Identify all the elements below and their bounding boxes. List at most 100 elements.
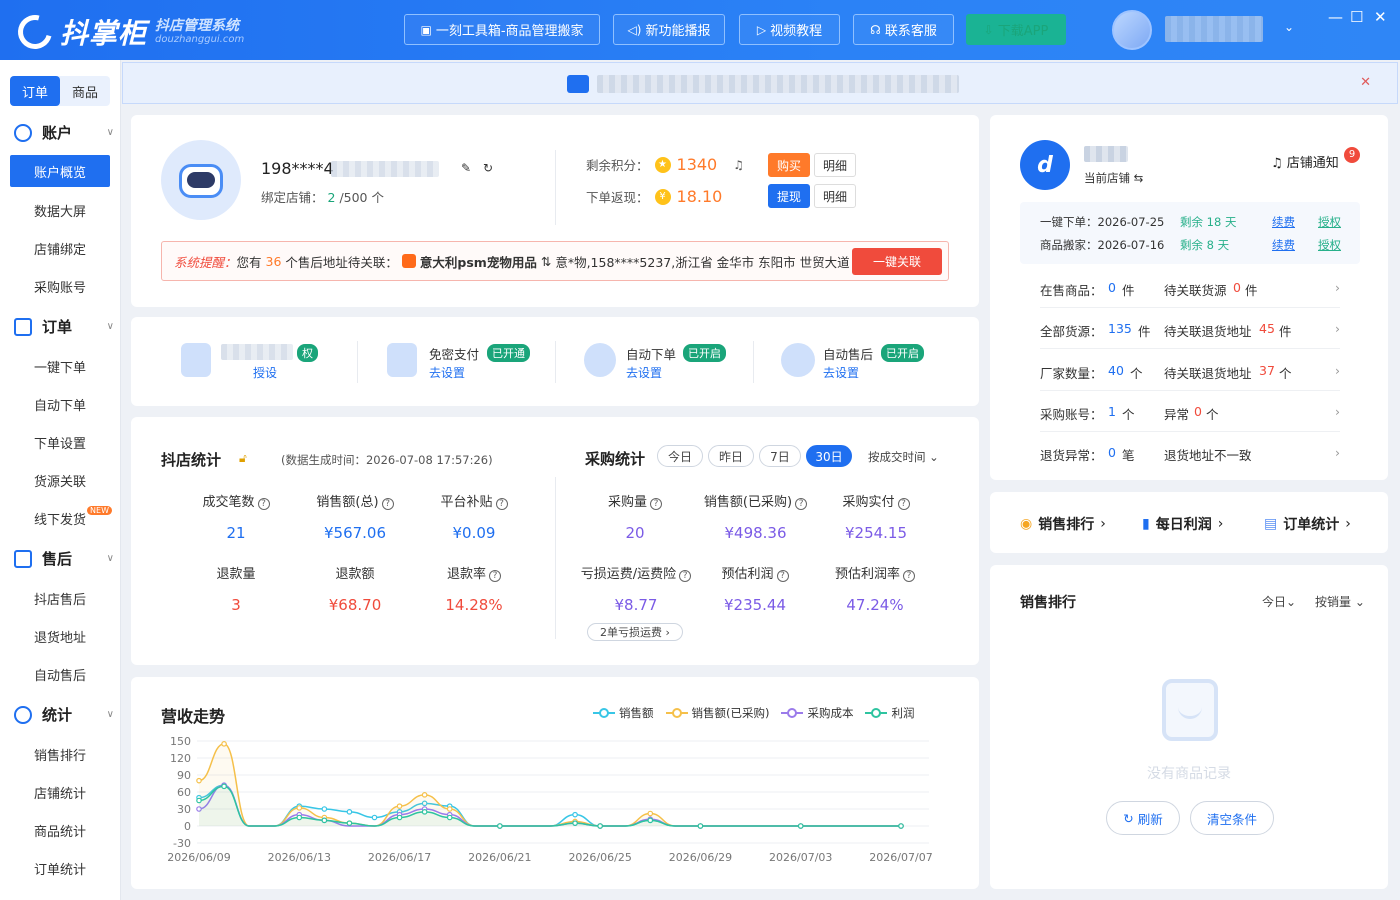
data-point[interactable] <box>572 820 578 826</box>
help-icon[interactable]: ? <box>776 570 789 582</box>
sort-dropdown[interactable]: 按成交时间 ⌄ <box>868 449 939 465</box>
data-point[interactable] <box>221 783 227 790</box>
sidebar-item-sales-rank[interactable]: 销售排行 <box>10 738 110 770</box>
buy-button[interactable]: 购买 <box>768 153 810 177</box>
group-order[interactable]: 订单 ∨ <box>14 316 114 337</box>
help-icon[interactable]: ? <box>897 498 910 510</box>
sub1-auth-link[interactable]: 授权 <box>1318 214 1341 230</box>
help-icon[interactable]: ? <box>679 570 692 582</box>
refresh-button[interactable]: ↻ 刷新 <box>1106 801 1180 835</box>
sidebar-item-order-stats[interactable]: 订单统计 <box>10 852 110 884</box>
sub2-renew-link[interactable]: 续费 <box>1272 237 1295 253</box>
video-tutorial-button[interactable]: ▷ 视频教程 <box>739 14 840 45</box>
data-point[interactable] <box>196 777 202 784</box>
data-point[interactable] <box>321 806 328 812</box>
data-point[interactable] <box>346 809 353 815</box>
data-point[interactable] <box>396 814 403 821</box>
data-point[interactable] <box>196 797 202 804</box>
sidebar-item-auto-aftersale[interactable]: 自动售后 <box>10 658 110 690</box>
help-icon[interactable]: ? <box>903 570 915 582</box>
data-point[interactable] <box>421 809 428 815</box>
sidebar-item-store-stats[interactable]: 店铺统计 <box>10 776 110 808</box>
data-point[interactable] <box>647 817 654 824</box>
help-icon[interactable]: ? <box>257 498 270 510</box>
sidebar-item-return-address[interactable]: 退货地址 <box>10 620 110 652</box>
toolbox-button[interactable]: ▣ 一刻工具箱-商品管理搬家 <box>404 14 600 45</box>
loss-orders-pill[interactable]: 2单亏损运费 › <box>587 623 683 641</box>
quick-link-daily-profit[interactable]: ▮ 每日利润 › <box>1142 514 1223 534</box>
help-icon[interactable]: ? <box>795 498 808 510</box>
data-point[interactable] <box>446 814 453 821</box>
data-point[interactable] <box>296 805 303 811</box>
edit-icon[interactable]: ✎ <box>461 161 471 175</box>
link-all-button[interactable]: 一键关联 <box>852 248 942 275</box>
help-icon[interactable]: ? <box>650 498 662 510</box>
tab-orders[interactable]: 订单 <box>10 76 60 106</box>
sidebar-item-order-settings[interactable]: 下单设置 <box>10 426 110 458</box>
data-point[interactable] <box>898 823 904 829</box>
data-point[interactable] <box>371 814 378 821</box>
tab-products[interactable]: 商品 <box>60 76 110 106</box>
range-30d[interactable]: 30日 <box>806 445 852 467</box>
sidebar-item-one-click-order[interactable]: 一键下单 <box>10 350 110 382</box>
data-point[interactable] <box>697 823 704 829</box>
close-notice-icon[interactable]: ✕ <box>1360 75 1371 90</box>
store-notify[interactable]: ♫ 店铺通知 <box>1271 152 1339 171</box>
data-point[interactable] <box>572 811 578 818</box>
sidebar-item-source-link[interactable]: 货源关联 <box>10 464 110 496</box>
data-point[interactable] <box>221 741 227 747</box>
feature4-setup-link[interactable]: 去设置 <box>823 364 859 381</box>
download-app-button[interactable]: ⇩ 下载APP <box>966 14 1066 45</box>
feature2-setup-link[interactable]: 去设置 <box>429 364 465 381</box>
feature1-setup-link[interactable]: 授设 <box>253 364 277 381</box>
rebate-detail-button[interactable]: 明细 <box>814 184 856 208</box>
sub1-renew-link[interactable]: 续费 <box>1272 214 1295 230</box>
ranking-period-dropdown[interactable]: 今日⌄ <box>1262 593 1296 610</box>
bell-icon[interactable]: ♫ <box>733 158 744 172</box>
sidebar-item-store-binding[interactable]: 店铺绑定 <box>10 232 110 264</box>
feature3-setup-link[interactable]: 去设置 <box>626 364 662 381</box>
clear-filters-button[interactable]: 清空条件 <box>1190 801 1274 835</box>
help-icon[interactable]: ? <box>495 498 508 510</box>
sub2-auth-link[interactable]: 授权 <box>1318 237 1341 253</box>
group-stats[interactable]: 统计 ∨ <box>14 704 114 725</box>
points-detail-button[interactable]: 明细 <box>814 153 856 177</box>
data-point[interactable] <box>396 803 403 809</box>
unlock-icon[interactable]: 🔓︎ <box>239 451 247 466</box>
maximize-icon[interactable]: ☐ <box>1350 8 1363 26</box>
help-icon[interactable]: ? <box>381 498 394 510</box>
data-point[interactable] <box>321 817 328 824</box>
data-point[interactable] <box>797 823 804 829</box>
data-point[interactable] <box>421 792 428 798</box>
range-yesterday[interactable]: 昨日 <box>708 445 754 467</box>
user-menu-chevron-icon[interactable]: ⌄ <box>1284 20 1294 34</box>
range-7d[interactable]: 7日 <box>759 445 801 467</box>
quick-link-sales-rank[interactable]: ◉ 销售排行 › <box>1020 514 1106 534</box>
group-aftersale[interactable]: 售后 ∨ <box>14 548 114 569</box>
data-point[interactable] <box>497 823 503 829</box>
contact-service-button[interactable]: ☊ 联系客服 <box>853 14 954 45</box>
quick-link-order-stats[interactable]: ▤ 订单统计 › <box>1264 514 1351 534</box>
group-account[interactable]: 账户 ∨ <box>14 122 114 143</box>
sidebar-item-purchase-account[interactable]: 采购账号 <box>10 270 110 302</box>
sidebar-item-auto-order[interactable]: 自动下单 <box>10 388 110 420</box>
help-icon[interactable]: ? <box>489 570 501 582</box>
data-point[interactable] <box>446 806 453 812</box>
withdraw-button[interactable]: 提现 <box>768 184 810 208</box>
data-point[interactable] <box>296 814 303 821</box>
data-point[interactable] <box>346 820 353 826</box>
user-avatar[interactable] <box>1112 10 1152 50</box>
sidebar-item-data-screen[interactable]: 数据大屏 <box>10 194 110 226</box>
sidebar-item-store-aftersale[interactable]: 抖店售后 <box>10 582 110 614</box>
news-button[interactable]: ◁) 新功能播报 <box>613 14 725 45</box>
refresh-icon[interactable]: ↻ <box>483 161 493 175</box>
current-store-switch[interactable]: 当前店铺 ⇆ <box>1084 170 1143 186</box>
close-window-icon[interactable]: ✕ <box>1374 8 1387 26</box>
sidebar-item-account-overview[interactable]: 账户概览 <box>10 155 110 187</box>
sidebar-item-product-stats[interactable]: 商品统计 <box>10 814 110 846</box>
data-point[interactable] <box>647 810 654 817</box>
range-today[interactable]: 今日 <box>657 445 703 467</box>
sidebar-item-offline-ship[interactable]: 线下发货 NEW <box>10 502 112 534</box>
ranking-sort-dropdown[interactable]: 按销量 ⌄ <box>1315 593 1365 610</box>
minimize-icon[interactable]: — <box>1328 8 1343 26</box>
